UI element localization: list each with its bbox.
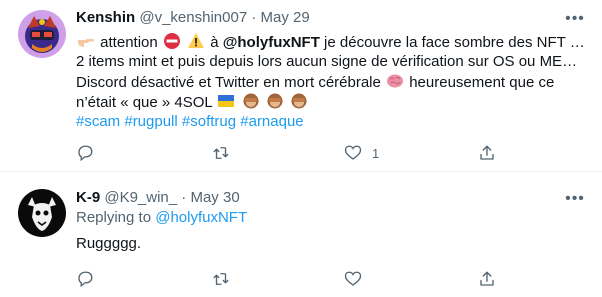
more-options-icon[interactable]: ••• [564,11,586,27]
share-button[interactable] [478,269,506,289]
tweet-header: Kenshin @v_kenshin007 · May 29 [76,8,310,28]
share-icon [480,145,494,160]
body-text: attention [100,34,158,51]
heart-icon [344,271,362,286]
warning-icon [188,33,205,48]
see-no-evil-monkey-icon [267,93,283,109]
user-handle[interactable]: @v_kenshin007 [139,9,247,26]
retweet-button[interactable] [212,143,240,163]
avatar[interactable] [18,10,66,58]
see-no-evil-monkey-icon [291,93,307,109]
no-entry-icon [163,33,180,49]
tweet-date[interactable]: May 30 [190,189,239,206]
tweet-header: K-9 @K9_win_ · May 30 [76,188,240,208]
tweet-body: attention à @holyfuxNFT je découvre la f… [76,32,585,132]
replying-prefix: Replying to [76,209,152,226]
retweet-icon [213,147,229,159]
body-text: 2 items mint et puis depuis lors aucun s… [76,53,578,70]
reply-icon [78,271,93,288]
body-text: je découvre la face sombre des NFT … [324,34,585,51]
retweet-button[interactable] [212,269,240,289]
user-handle[interactable]: @K9_win_ [104,189,177,206]
reply-icon [78,145,93,162]
separator: · [251,9,257,26]
share-icon [480,271,494,286]
body-text: à [210,34,219,51]
body-text: Discord désactivé et Twitter en mort cér… [76,74,381,91]
heart-icon [344,145,362,160]
tweet-date[interactable]: May 29 [261,9,310,26]
like-count: 1 [372,145,380,161]
like-button[interactable] [344,269,372,289]
body-text: heureusement que ce [409,74,555,91]
replying-to: Replying to @holyfuxNFT [76,209,247,226]
like-button[interactable]: 1 [344,143,379,163]
divider [0,171,602,172]
mention-link[interactable]: @holyfuxNFT [155,209,247,226]
hashtags[interactable]: #scam #rugpull #softrug #arnaque [76,112,581,132]
reply-button[interactable] [76,143,104,163]
body-text: n’était « que » 4SOL [76,94,213,111]
tweet-actions [76,269,516,289]
brain-icon [387,74,404,88]
retweet-icon [213,273,229,285]
mention-link[interactable]: @holyfuxNFT [223,34,320,51]
reply-button[interactable] [76,269,104,289]
separator: · [181,189,187,206]
tweet[interactable]: K-9 @K9_win_ · May 30 ••• Replying to @h… [0,173,602,297]
see-no-evil-monkey-icon [243,93,259,109]
pointing-hand-icon [78,39,94,47]
avatar[interactable] [18,189,66,237]
flag-icon [218,95,235,107]
tweet[interactable]: Kenshin @v_kenshin007 · May 29 ••• atten… [0,0,602,172]
share-button[interactable] [478,143,506,163]
more-options-icon[interactable]: ••• [564,191,586,207]
display-name[interactable]: K-9 [76,189,100,206]
display-name[interactable]: Kenshin [76,9,135,26]
tweet-actions: 1 [76,143,516,163]
tweet-text: Ruggggg. [76,235,142,252]
